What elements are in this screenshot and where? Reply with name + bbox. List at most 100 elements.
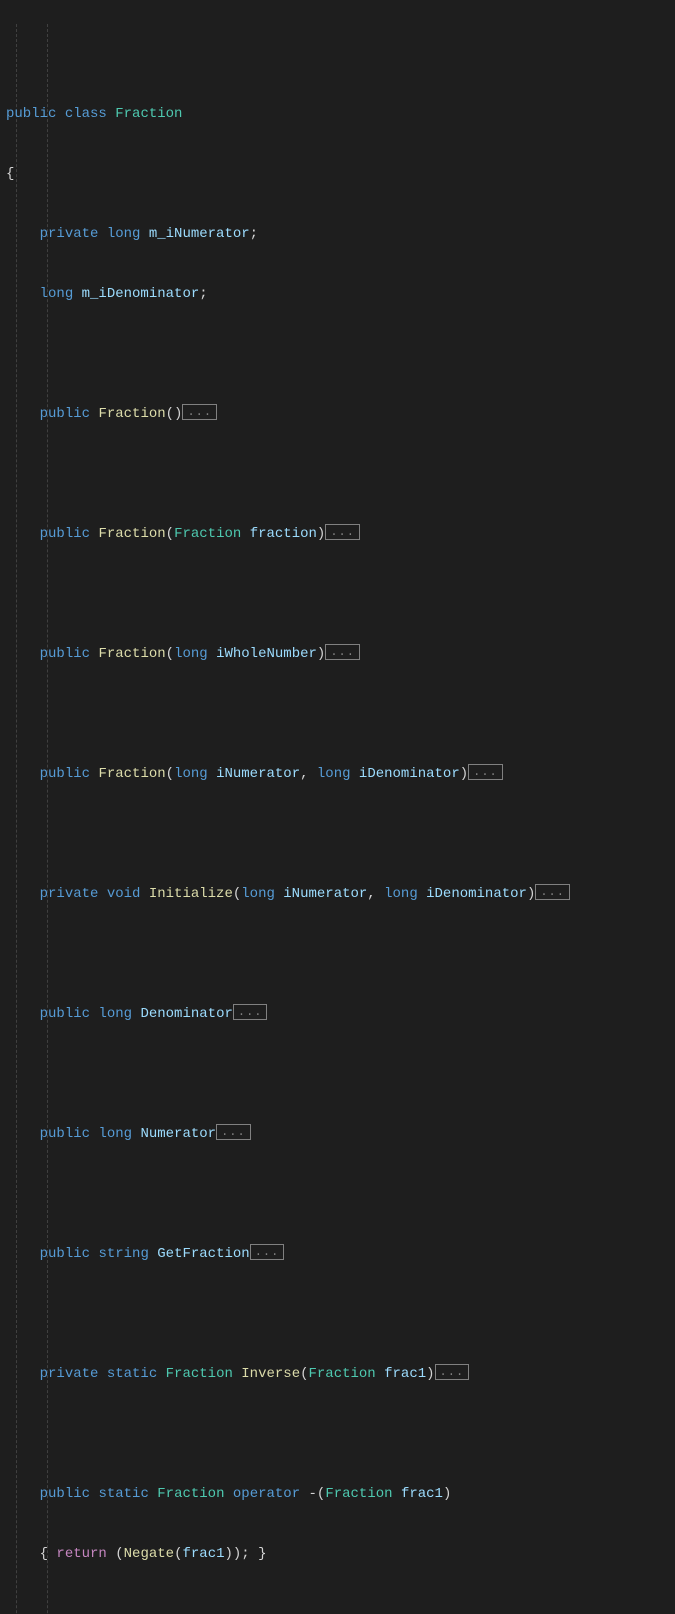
punct: ) xyxy=(317,526,325,542)
punct: ( xyxy=(300,1366,308,1382)
identifier: iWholeNumber xyxy=(216,646,317,662)
blank-line xyxy=(6,704,675,724)
identifier: frac1 xyxy=(384,1366,426,1382)
blank-line xyxy=(6,464,675,484)
code-line[interactable]: { xyxy=(6,164,675,184)
keyword: public xyxy=(6,106,56,122)
code-line[interactable]: long m_iDenominator; xyxy=(6,284,675,304)
fold-ellipsis-icon[interactable]: ... xyxy=(250,1244,285,1260)
code-line[interactable]: private void Initialize(long iNumerator,… xyxy=(6,884,675,904)
keyword: static xyxy=(107,1366,157,1382)
method-name: Initialize xyxy=(149,886,233,902)
code-line[interactable]: private long m_iNumerator; xyxy=(6,224,675,244)
punct: ) xyxy=(527,886,535,902)
keyword: return xyxy=(56,1546,106,1562)
identifier: GetFraction xyxy=(157,1246,249,1262)
blank-line xyxy=(6,1064,675,1084)
punct: ; xyxy=(250,226,258,242)
punct: { xyxy=(40,1546,57,1562)
method-name: Inverse xyxy=(241,1366,300,1382)
method-name: Fraction xyxy=(98,526,165,542)
keyword: public xyxy=(40,526,90,542)
keyword: static xyxy=(98,1486,148,1502)
code-line[interactable]: public Fraction(long iNumerator, long iD… xyxy=(6,764,675,784)
code-line[interactable]: private static Fraction Inverse(Fraction… xyxy=(6,1364,675,1384)
punct: , xyxy=(300,766,317,782)
identifier: fraction xyxy=(250,526,317,542)
type-name: Fraction xyxy=(157,1486,224,1502)
keyword: public xyxy=(40,406,90,422)
blank-line xyxy=(6,1184,675,1204)
method-name: Fraction xyxy=(98,406,165,422)
punct: -( xyxy=(309,1486,326,1502)
blank-line xyxy=(6,1604,675,1614)
keyword: private xyxy=(40,226,99,242)
punct: ( xyxy=(166,526,174,542)
code-line[interactable]: public Fraction(Fraction fraction)... xyxy=(6,524,675,544)
punct: ) xyxy=(443,1486,451,1502)
type-name: Fraction xyxy=(325,1486,392,1502)
method-name: Negate xyxy=(124,1546,174,1562)
blank-line xyxy=(6,584,675,604)
blank-line xyxy=(6,344,675,364)
keyword: void xyxy=(107,886,141,902)
punct: , xyxy=(367,886,384,902)
punct: ( xyxy=(166,646,174,662)
type-name: Fraction xyxy=(115,106,182,122)
code-line[interactable]: public string GetFraction... xyxy=(6,1244,675,1264)
identifier: Denominator xyxy=(140,1006,232,1022)
keyword: long xyxy=(384,886,418,902)
keyword: long xyxy=(174,766,208,782)
keyword: string xyxy=(98,1246,148,1262)
code-line[interactable]: public class Fraction xyxy=(6,104,675,124)
punct: ( xyxy=(174,1546,182,1562)
punct: ) xyxy=(426,1366,434,1382)
identifier: Numerator xyxy=(140,1126,216,1142)
type-name: Fraction xyxy=(166,1366,233,1382)
blank-line xyxy=(6,824,675,844)
keyword: long xyxy=(317,766,351,782)
brace: { xyxy=(6,166,14,182)
keyword: public xyxy=(40,766,90,782)
keyword: public xyxy=(40,646,90,662)
code-line[interactable]: { return (Negate(frac1)); } xyxy=(6,1544,675,1564)
method-name: Fraction xyxy=(98,766,165,782)
keyword: private xyxy=(40,886,99,902)
code-line[interactable]: public long Denominator... xyxy=(6,1004,675,1024)
keyword: public xyxy=(40,1006,90,1022)
keyword: private xyxy=(40,1366,99,1382)
method-name: Fraction xyxy=(98,646,165,662)
blank-line xyxy=(6,944,675,964)
identifier: m_iDenominator xyxy=(82,286,200,302)
fold-ellipsis-icon[interactable]: ... xyxy=(233,1004,268,1020)
keyword: long xyxy=(98,1006,132,1022)
identifier: iNumerator xyxy=(283,886,367,902)
code-line[interactable]: public Fraction(long iWholeNumber)... xyxy=(6,644,675,664)
keyword: public xyxy=(40,1126,90,1142)
fold-ellipsis-icon[interactable]: ... xyxy=(182,404,217,420)
identifier: frac1 xyxy=(401,1486,443,1502)
code-editor[interactable]: public class Fraction { private long m_i… xyxy=(6,4,675,1614)
identifier: iNumerator xyxy=(216,766,300,782)
keyword: public xyxy=(40,1246,90,1262)
fold-ellipsis-icon[interactable]: ... xyxy=(535,884,570,900)
punct: () xyxy=(166,406,183,422)
fold-ellipsis-icon[interactable]: ... xyxy=(325,644,360,660)
punct: ( xyxy=(107,1546,124,1562)
code-line[interactable]: public long Numerator... xyxy=(6,1124,675,1144)
keyword: long xyxy=(241,886,275,902)
code-line[interactable]: public Fraction()... xyxy=(6,404,675,424)
punct: ( xyxy=(166,766,174,782)
keyword: operator xyxy=(233,1486,300,1502)
keyword: long xyxy=(107,226,141,242)
code-line[interactable]: public static Fraction operator -(Fracti… xyxy=(6,1484,675,1504)
fold-ellipsis-icon[interactable]: ... xyxy=(468,764,503,780)
punct: ; xyxy=(199,286,207,302)
keyword: long xyxy=(174,646,208,662)
fold-ellipsis-icon[interactable]: ... xyxy=(435,1364,470,1380)
punct: ( xyxy=(233,886,241,902)
identifier: frac1 xyxy=(182,1546,224,1562)
fold-ellipsis-icon[interactable]: ... xyxy=(216,1124,251,1140)
fold-ellipsis-icon[interactable]: ... xyxy=(325,524,360,540)
keyword: public xyxy=(40,1486,90,1502)
